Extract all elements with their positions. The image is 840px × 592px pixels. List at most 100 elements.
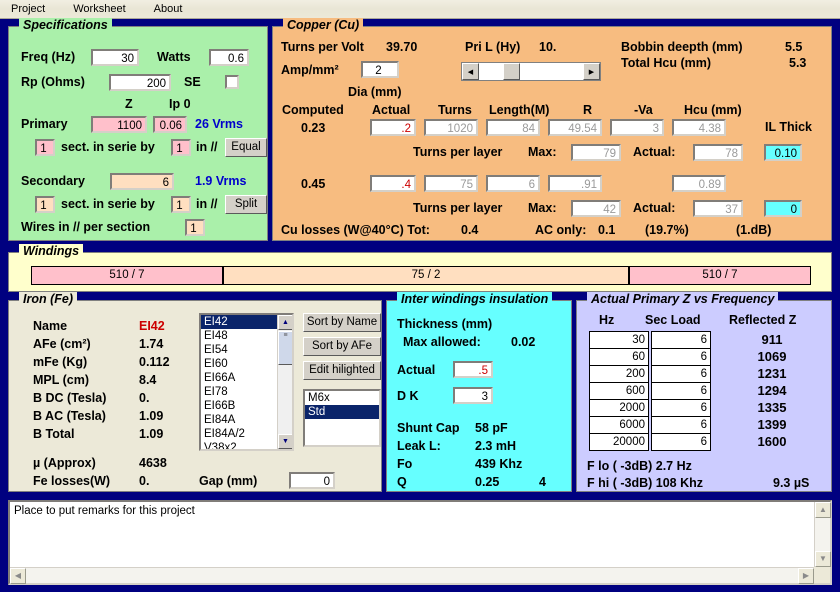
- primary-label: Primary: [21, 117, 68, 131]
- application-window: Project Worksheet About Specifications F…: [0, 0, 840, 592]
- primary-sections-parallel-input[interactable]: 1: [171, 139, 191, 156]
- sort-by-afe-button[interactable]: Sort by AFe: [303, 337, 381, 356]
- core-listbox[interactable]: EI42 EI48 EI54 EI60 EI66A EI78 EI66B EI8…: [199, 313, 294, 451]
- row2-max-label: Max:: [528, 201, 557, 215]
- row2-max-value: 42: [571, 200, 621, 217]
- specifications-legend: Specifications: [19, 18, 112, 32]
- sec-load-input[interactable]: 6: [651, 331, 711, 349]
- slider-left-arrow-icon[interactable]: ◀: [462, 63, 479, 80]
- se-checkbox[interactable]: [225, 75, 239, 89]
- fo-label: Fo: [397, 457, 413, 471]
- row1-il-thick-input[interactable]: 0.10: [764, 144, 802, 161]
- windings-legend: Windings: [19, 244, 84, 258]
- secondary-sections-series-input[interactable]: 1: [35, 196, 55, 213]
- iron-label-btotal: B Total: [33, 427, 75, 441]
- hz-input[interactable]: 600: [589, 382, 649, 400]
- row2-il-thick-input[interactable]: 0: [764, 200, 802, 217]
- row2-computed: 0.45: [301, 177, 326, 191]
- equal-button[interactable]: Equal: [225, 138, 267, 157]
- scrollbar-thumb[interactable]: ≡: [278, 331, 292, 365]
- iron-label-afe: AFe (cm²): [33, 337, 91, 351]
- copper-legend: Copper (Cu): [283, 18, 364, 32]
- core-listbox-scrollbar[interactable]: ▲ ≡ ▼: [277, 315, 292, 449]
- scroll-up-arrow-icon[interactable]: ▲: [278, 315, 292, 330]
- split-button[interactable]: Split: [225, 195, 267, 214]
- hz-input[interactable]: 200: [589, 365, 649, 383]
- row1-actual-label: Actual:: [633, 145, 676, 159]
- row1-hcu: 4.38: [672, 119, 726, 136]
- winding-bar-segment[interactable]: 510 / 7: [31, 266, 223, 285]
- scroll-down-arrow-icon[interactable]: ▼: [278, 434, 292, 449]
- secondary-z-input[interactable]: 6: [110, 173, 174, 190]
- row1-length: 84: [486, 119, 540, 136]
- row2-actual-input[interactable]: .4: [370, 175, 416, 192]
- bobbin-depth-label: Bobbin deepth (mm): [621, 40, 743, 54]
- col-header-r: R: [583, 103, 593, 117]
- iron-value-bdc: 0.: [139, 391, 150, 405]
- rp-input[interactable]: 200: [109, 74, 171, 91]
- secondary-sections-parallel-input[interactable]: 1: [171, 196, 191, 213]
- hz-input[interactable]: 60: [589, 348, 649, 366]
- primary-z-input[interactable]: 1100: [91, 116, 147, 133]
- leak-l-label: Leak L:: [397, 439, 441, 453]
- material-list-item[interactable]: M6x: [305, 391, 379, 405]
- sec-load-input[interactable]: 6: [651, 399, 711, 417]
- slider-thumb[interactable]: [503, 63, 520, 80]
- dk-label: D K: [397, 389, 419, 403]
- scroll-left-arrow-icon[interactable]: ◀: [10, 568, 26, 584]
- remarks-horizontal-scrollbar[interactable]: ◀ ▶: [10, 567, 814, 584]
- primary-sections-series-input[interactable]: 1: [35, 139, 55, 156]
- dk-input[interactable]: 3: [453, 387, 493, 404]
- winding-bar-segment[interactable]: 75 / 2: [223, 266, 629, 285]
- menu-worksheet[interactable]: Worksheet: [70, 2, 128, 16]
- hz-input[interactable]: 30: [589, 331, 649, 349]
- insulation-panel: Inter windings insulation Thickness (mm)…: [386, 292, 572, 492]
- sec-load-input[interactable]: 6: [651, 416, 711, 434]
- insulation-actual-input[interactable]: .5: [453, 361, 493, 378]
- freq-input[interactable]: 30: [91, 49, 139, 66]
- sec-load-input[interactable]: 6: [651, 348, 711, 366]
- slider-track[interactable]: [479, 63, 583, 80]
- sec-load-input[interactable]: 6: [651, 382, 711, 400]
- row2-actual-value: 37: [693, 200, 743, 217]
- sec-load-input[interactable]: 6: [651, 365, 711, 383]
- hz-input[interactable]: 20000: [589, 433, 649, 451]
- sort-by-name-button[interactable]: Sort by Name: [303, 313, 381, 332]
- specifications-panel: Specifications Freq (Hz) 30 Watts 0.6 Rp…: [8, 18, 268, 241]
- z-header: Z: [125, 97, 133, 111]
- cu-losses-label: Cu losses (W@40°C) Tot:: [281, 223, 430, 237]
- primary-ip0-input[interactable]: 0.06: [153, 116, 187, 133]
- row2-length: 6: [486, 175, 540, 192]
- wires-per-section-input[interactable]: 1: [185, 219, 205, 236]
- hz-input[interactable]: 2000: [589, 399, 649, 417]
- row1-actual-input[interactable]: .2: [370, 119, 416, 136]
- row2-turns: 75: [424, 175, 478, 192]
- hz-input[interactable]: 6000: [589, 416, 649, 434]
- iron-label-mpl: MPL (cm): [33, 373, 90, 387]
- pri-l-slider[interactable]: ◀ ▶: [461, 62, 601, 81]
- watts-input[interactable]: 0.6: [209, 49, 249, 66]
- gap-input[interactable]: 0: [289, 472, 335, 489]
- se-label: SE: [184, 75, 201, 89]
- scroll-down-arrow-icon[interactable]: ▼: [815, 551, 831, 567]
- edit-hilighted-button[interactable]: Edit hilighted: [303, 361, 381, 380]
- material-listbox[interactable]: M6x Std: [303, 389, 381, 447]
- menu-about[interactable]: About: [151, 2, 186, 16]
- il-thick-label: IL Thick: [765, 120, 813, 134]
- q-label: Q: [397, 475, 407, 489]
- remarks-vertical-scrollbar[interactable]: ▲ ▼: [814, 502, 831, 567]
- sec-load-input[interactable]: 6: [651, 433, 711, 451]
- scroll-up-arrow-icon[interactable]: ▲: [815, 502, 831, 518]
- iron-legend: Iron (Fe): [19, 292, 77, 306]
- slider-right-arrow-icon[interactable]: ▶: [583, 63, 600, 80]
- winding-bar-segment[interactable]: 510 / 7: [629, 266, 811, 285]
- iron-value-btotal: 1.09: [139, 427, 164, 441]
- material-list-item[interactable]: Std: [305, 405, 379, 419]
- menu-project[interactable]: Project: [8, 2, 48, 16]
- amp-per-mm2-input[interactable]: 2: [361, 61, 399, 78]
- remarks-textarea[interactable]: Place to put remarks for this project ▲ …: [8, 500, 832, 585]
- f-hi-label: F hi ( -3dB) 108 Khz: [587, 476, 703, 490]
- menu-bar: Project Worksheet About: [0, 0, 840, 19]
- row1-va: 3: [610, 119, 664, 136]
- scroll-right-arrow-icon[interactable]: ▶: [798, 568, 814, 584]
